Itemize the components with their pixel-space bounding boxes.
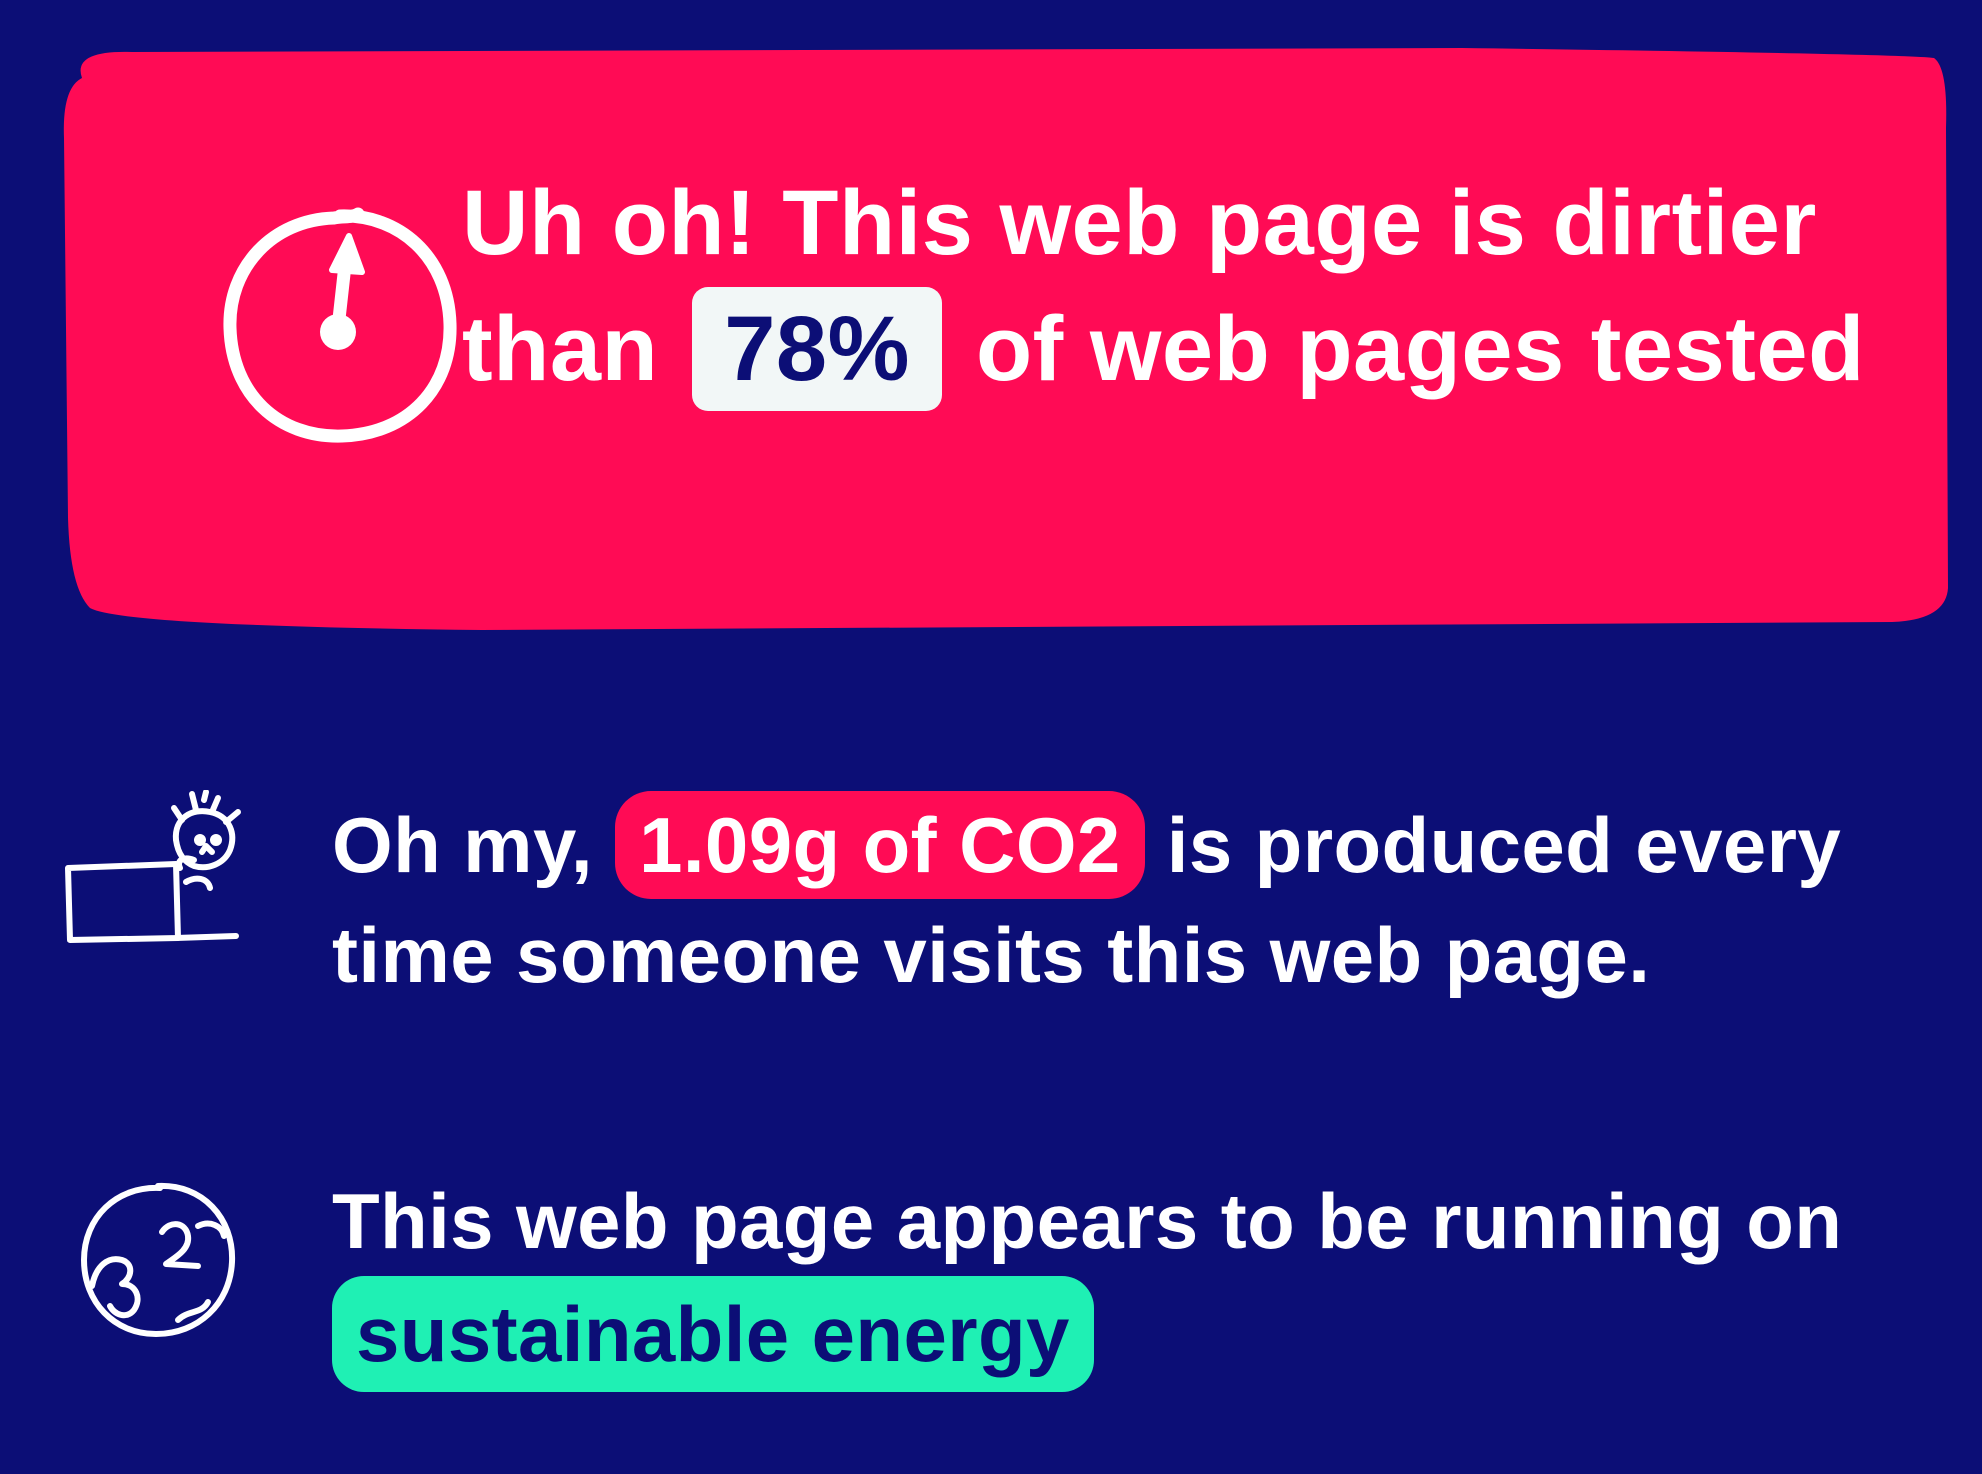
- gauge-icon: [223, 207, 457, 443]
- result-headline: Uh oh! This web page is dirtier than 78%…: [462, 160, 1922, 412]
- co2-statement: Oh my, 1.09g of CO2 is produced every ti…: [332, 790, 1932, 1010]
- globe-icon: [81, 1182, 236, 1337]
- energy-text-before: This web page appears to be running on: [332, 1177, 1843, 1265]
- headline-text-after: of web pages tested: [949, 298, 1865, 400]
- laptop-person-icon: [65, 790, 241, 943]
- sustainable-energy-badge: sustainable energy: [332, 1276, 1094, 1392]
- co2-amount-badge: 1.09g of CO2: [615, 791, 1145, 899]
- co2-text-before: Oh my,: [332, 801, 616, 889]
- energy-statement: This web page appears to be running on s…: [332, 1166, 1932, 1392]
- dirtier-percent-badge: 78%: [692, 287, 942, 411]
- result-card: Uh oh! This web page is dirtier than 78%…: [62, 48, 1948, 632]
